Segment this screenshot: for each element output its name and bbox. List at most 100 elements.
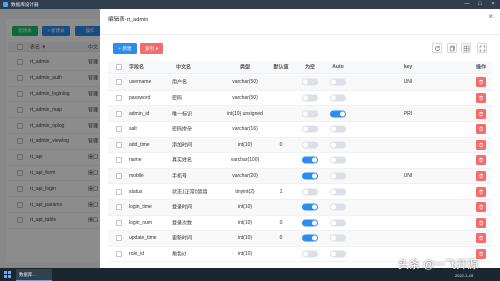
windows-start-icon[interactable]: [4, 271, 11, 278]
nullable-toggle[interactable]: [302, 250, 318, 258]
nullable-toggle[interactable]: [302, 188, 318, 196]
auto-increment-toggle[interactable]: [330, 156, 346, 164]
field-type-cell[interactable]: tinyint(2): [215, 189, 275, 195]
field-key-cell[interactable]: UNI: [390, 79, 426, 85]
field-type-cell[interactable]: varchar(50): [215, 79, 275, 85]
field-default-cell[interactable]: 0: [271, 235, 291, 241]
auto-increment-toggle[interactable]: [330, 250, 346, 258]
add-field-button[interactable]: + 新建: [113, 43, 137, 54]
delete-field-button[interactable]: [476, 155, 486, 166]
auto-increment-toggle[interactable]: [330, 203, 346, 211]
field-checkbox[interactable]: [116, 95, 122, 102]
nullable-toggle[interactable]: [302, 94, 318, 102]
field-type-cell[interactable]: int(10) unsigned: [215, 111, 275, 117]
auto-increment-toggle[interactable]: [330, 110, 346, 118]
field-name-cell[interactable]: password: [129, 95, 150, 101]
delete-field-button[interactable]: [476, 217, 486, 228]
field-comment-cell[interactable]: 用户名: [172, 79, 187, 86]
field-comment-cell[interactable]: 状态1正常0禁用: [172, 188, 208, 195]
delete-field-button[interactable]: [476, 202, 486, 213]
field-comment-cell[interactable]: 角色id: [172, 251, 186, 258]
field-key-cell[interactable]: UNI: [390, 173, 426, 179]
field-name-cell[interactable]: admin_id: [129, 111, 149, 117]
auto-increment-toggle[interactable]: [330, 234, 346, 242]
minimize-button[interactable]: —: [462, 0, 472, 9]
field-comment-cell[interactable]: 唯一标识: [172, 110, 192, 117]
copy-icon[interactable]: [447, 43, 457, 53]
field-type-cell[interactable]: int(10): [215, 251, 275, 257]
dialog-close-button[interactable]: ×: [488, 12, 493, 22]
field-name-cell[interactable]: login_num: [129, 220, 152, 226]
field-comment-cell[interactable]: 密码: [172, 95, 182, 102]
nullable-toggle[interactable]: [302, 219, 318, 227]
field-type-cell[interactable]: int(10): [215, 204, 275, 210]
nullable-toggle[interactable]: [302, 203, 318, 211]
nullable-toggle[interactable]: [302, 141, 318, 149]
field-comment-cell[interactable]: 添加时间: [172, 141, 192, 148]
field-comment-cell[interactable]: 手机号: [172, 173, 187, 180]
field-checkbox[interactable]: [116, 204, 122, 211]
grid-icon[interactable]: [461, 43, 471, 53]
nullable-toggle[interactable]: [302, 156, 318, 164]
auto-increment-toggle[interactable]: [330, 188, 346, 196]
field-type-cell[interactable]: varchar(16): [215, 126, 275, 132]
field-type-cell[interactable]: varchar(100): [215, 157, 275, 163]
field-comment-cell[interactable]: 真实姓名: [172, 157, 192, 164]
field-type-cell[interactable]: int(10): [215, 235, 275, 241]
field-default-cell[interactable]: 0: [271, 220, 291, 226]
auto-increment-toggle[interactable]: [330, 141, 346, 149]
nullable-toggle[interactable]: [302, 172, 318, 180]
field-checkbox[interactable]: [116, 126, 122, 133]
nullable-toggle[interactable]: [302, 234, 318, 242]
field-checkbox[interactable]: [116, 79, 122, 86]
field-checkbox[interactable]: [116, 219, 122, 226]
delete-field-button[interactable]: [476, 124, 486, 135]
field-type-cell[interactable]: int(10): [215, 220, 275, 226]
auto-increment-toggle[interactable]: [330, 78, 346, 86]
field-default-cell[interactable]: 0: [271, 142, 291, 148]
field-type-cell[interactable]: varchar(50): [215, 95, 275, 101]
field-name-cell[interactable]: role_id: [129, 251, 144, 257]
field-default-cell[interactable]: 1: [271, 189, 291, 195]
field-name-cell[interactable]: update_time: [129, 235, 157, 241]
field-checkbox[interactable]: [116, 251, 122, 258]
auto-increment-toggle[interactable]: [330, 125, 346, 133]
delete-field-button[interactable]: [476, 186, 486, 197]
field-name-cell[interactable]: username: [129, 79, 151, 85]
nullable-toggle[interactable]: [302, 110, 318, 118]
auto-increment-toggle[interactable]: [330, 219, 346, 227]
nullable-toggle[interactable]: [302, 125, 318, 133]
field-comment-cell[interactable]: 登录次数: [172, 219, 192, 226]
field-comment-cell[interactable]: 密码掺杂: [172, 126, 192, 133]
field-comment-cell[interactable]: 登录时间: [172, 204, 192, 211]
field-checkbox[interactable]: [116, 110, 122, 117]
field-name-cell[interactable]: mobile: [129, 173, 144, 179]
window-close-button[interactable]: ×: [488, 0, 498, 9]
auto-increment-toggle[interactable]: [330, 94, 346, 102]
delete-field-button[interactable]: [476, 108, 486, 119]
field-checkbox[interactable]: [116, 188, 122, 195]
field-name-cell[interactable]: salt: [129, 126, 137, 132]
delete-field-button[interactable]: [476, 93, 486, 104]
field-type-cell[interactable]: varchar(20): [215, 173, 275, 179]
field-name-cell[interactable]: name: [129, 157, 142, 163]
field-key-cell[interactable]: PRI: [390, 111, 426, 117]
field-name-cell[interactable]: status: [129, 189, 142, 195]
select-all-fields-checkbox[interactable]: [116, 64, 122, 70]
auto-increment-toggle[interactable]: [330, 172, 346, 180]
delete-field-button[interactable]: [476, 139, 486, 150]
field-checkbox[interactable]: [116, 157, 122, 164]
field-checkbox[interactable]: [116, 173, 122, 180]
nullable-toggle[interactable]: [302, 78, 318, 86]
fullscreen-icon[interactable]: [477, 43, 487, 53]
delete-field-button[interactable]: [476, 77, 486, 88]
refresh-icon[interactable]: [432, 43, 442, 53]
field-checkbox[interactable]: [116, 235, 122, 242]
field-checkbox[interactable]: [116, 141, 122, 148]
maximize-button[interactable]: □: [475, 0, 485, 9]
field-comment-cell[interactable]: 更新时间: [172, 235, 192, 242]
taskbar-app-tab[interactable]: 数据库...: [16, 269, 52, 281]
field-name-cell[interactable]: login_time: [129, 204, 152, 210]
delete-field-button[interactable]: [476, 171, 486, 182]
index-dropdown-button[interactable]: 索引 ▾: [140, 43, 163, 54]
